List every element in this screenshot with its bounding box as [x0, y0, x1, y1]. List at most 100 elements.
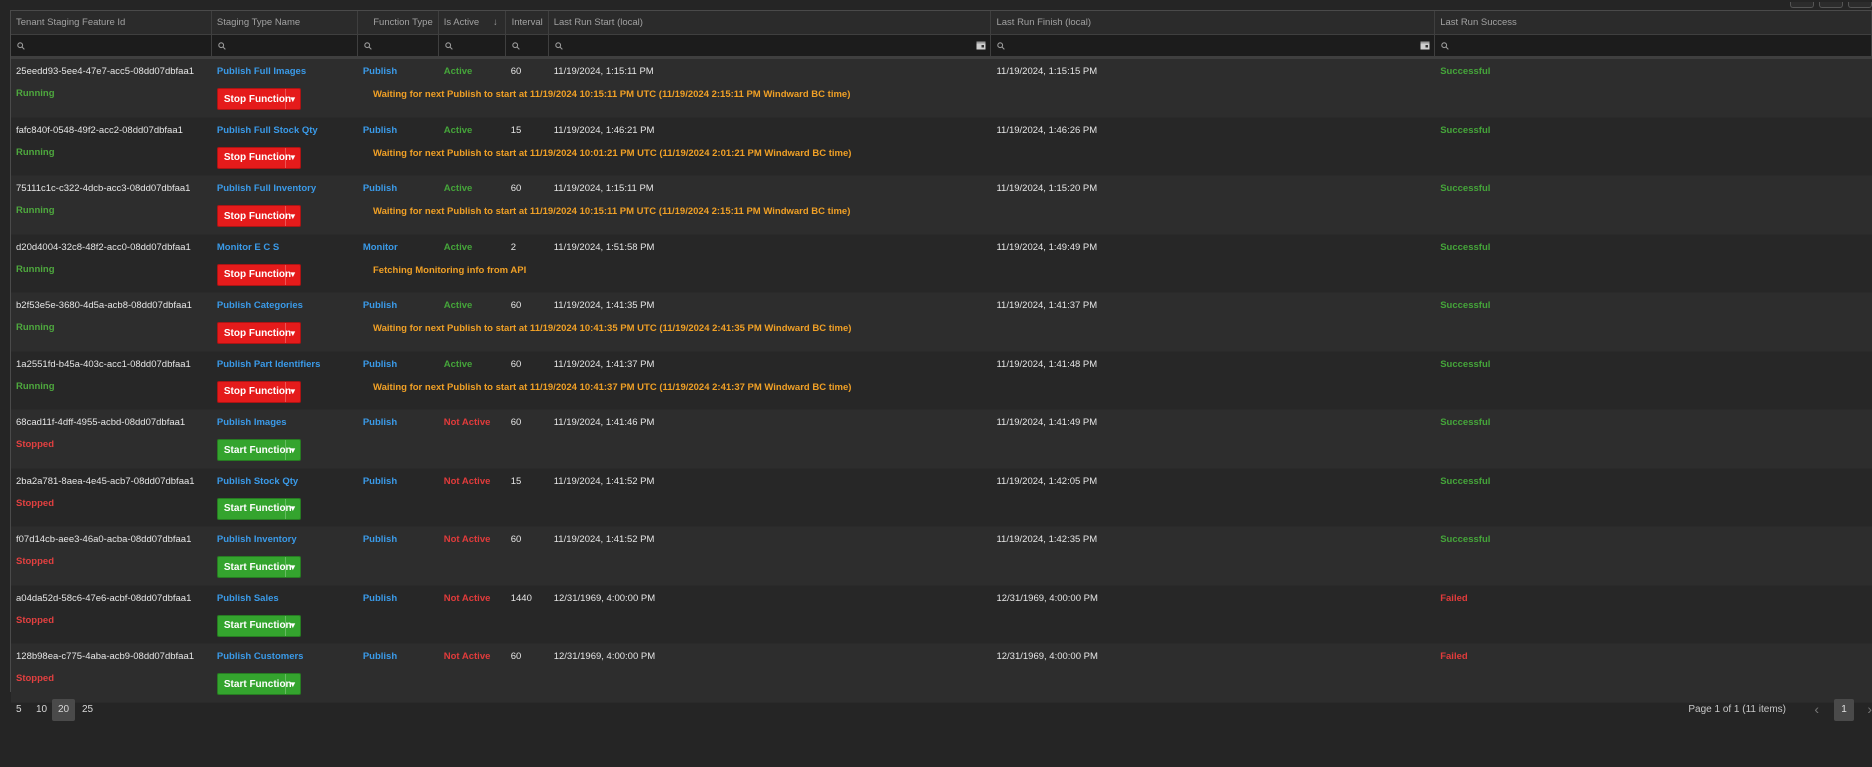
page-size-20[interactable]: 20: [52, 699, 76, 721]
staging-type-link[interactable]: Publish Full Inventory: [217, 183, 316, 194]
function-type-link[interactable]: Publish: [363, 125, 397, 136]
status-message: Waiting for next Publish to start at 11/…: [373, 147, 852, 159]
toolbar-button[interactable]: [1848, 2, 1872, 8]
caret-down-icon[interactable]: ▼: [284, 264, 300, 285]
caret-down-icon[interactable]: ▼: [284, 674, 300, 694]
caret-down-icon[interactable]: ▼: [284, 498, 300, 519]
function-type-link[interactable]: Publish: [363, 534, 397, 545]
caret-down-icon[interactable]: ▼: [284, 615, 300, 636]
filter-cell-last-run-finish[interactable]: [991, 35, 1436, 56]
caret-down-icon[interactable]: ▼: [284, 323, 300, 343]
filter-cell-id[interactable]: [11, 35, 212, 56]
table-row[interactable]: 75111c1c-c322-4dcb-acc3-08dd07dbfaa1 Runn…: [11, 176, 1872, 235]
function-type-link[interactable]: Publish: [363, 651, 397, 662]
cell-id: fafc840f-0548-49f2-acc2-08dd07dbfaa1 Runn…: [11, 118, 212, 176]
col-header-last-run-success[interactable]: Last Run Success: [1435, 11, 1872, 34]
staging-type-link[interactable]: Publish Customers: [217, 651, 304, 662]
function-type-link[interactable]: Publish: [363, 66, 397, 77]
caret-down-icon[interactable]: ▼: [284, 89, 300, 109]
status-badge: Stopped: [16, 614, 54, 626]
function-type-link[interactable]: Monitor: [363, 242, 398, 253]
caret-down-icon[interactable]: ▼: [284, 440, 300, 460]
calendar-icon[interactable]: [976, 40, 986, 50]
table-row[interactable]: 1a2551fd-b45a-403c-acc1-08dd07dbfaa1 Runn…: [11, 351, 1872, 410]
staging-type-link[interactable]: Monitor E C S: [217, 242, 279, 253]
page-size-10[interactable]: 10: [30, 699, 53, 721]
button-label: Stop Function: [223, 327, 292, 339]
caret-down-icon[interactable]: ▼: [284, 206, 300, 226]
page-number-button[interactable]: 1: [1834, 699, 1854, 721]
caret-down-icon[interactable]: ▼: [284, 381, 300, 402]
interval-value: 15: [510, 475, 522, 487]
start-function-button[interactable]: Start Function ▼: [216, 439, 301, 461]
function-type-link[interactable]: Publish: [363, 417, 397, 428]
col-header-is-active[interactable]: Is Active ↓: [439, 11, 506, 34]
col-header-staging-type-name[interactable]: Staging Type Name: [212, 11, 358, 34]
stop-function-button[interactable]: Stop Function ▼: [216, 380, 301, 403]
button-label: Start Function: [223, 678, 292, 690]
caret-down-icon[interactable]: ▼: [284, 557, 300, 577]
start-function-button[interactable]: Start Function ▼: [216, 497, 301, 520]
col-header-interval[interactable]: Interval: [506, 11, 549, 34]
filter-cell-interval[interactable]: [506, 35, 549, 56]
start-function-button[interactable]: Start Function ▼: [216, 614, 301, 637]
stop-function-button[interactable]: Stop Function ▼: [216, 146, 301, 169]
cell-id: b2f53e5e-3680-4d5a-acb8-08dd07dbfaa1 Runn…: [11, 293, 212, 351]
col-header-function-type[interactable]: Function Type: [358, 11, 439, 34]
col-header-label: Is Active: [443, 17, 480, 28]
cell-last-run-start: 11/19/2024, 1:46:21 PM: [549, 118, 992, 176]
chevron-right-icon[interactable]: ›: [1867, 701, 1872, 717]
last-run-success: Failed: [1440, 592, 1468, 604]
table-row[interactable]: 2ba2a781-8aea-4e45-acb7-08dd07dbfaa1 Stop…: [11, 468, 1872, 527]
stop-function-button[interactable]: Stop Function ▼: [216, 322, 301, 344]
staging-type-link[interactable]: Publish Part Identifiers: [217, 359, 320, 370]
cell-interval: 60: [506, 410, 549, 468]
page-size-25[interactable]: 25: [76, 699, 99, 721]
col-header-last-run-finish[interactable]: Last Run Finish (local): [991, 11, 1436, 34]
staging-type-link[interactable]: Publish Full Images: [217, 66, 306, 77]
cell-last-run-finish: 11/19/2024, 1:15:20 PM: [991, 176, 1435, 234]
table-row[interactable]: a04da52d-58c6-47e6-acbf-08dd07dbfaa1 Stop…: [11, 585, 1872, 644]
page-size-5[interactable]: 5: [10, 699, 28, 721]
function-type-link[interactable]: Publish: [363, 183, 397, 194]
filter-cell-name[interactable]: [212, 35, 358, 56]
table-row[interactable]: 68cad11f-4dff-4955-acbd-08dd07dbfaa1 Stop…: [11, 410, 1872, 469]
filter-cell-last-run-start[interactable]: [549, 35, 992, 56]
calendar-icon[interactable]: [1420, 40, 1430, 50]
start-function-button[interactable]: Start Function ▼: [216, 673, 301, 695]
function-type-link[interactable]: Publish: [363, 476, 397, 487]
col-header-tenant-staging-feature-id[interactable]: Tenant Staging Feature Id: [11, 11, 212, 34]
toolbar-button[interactable]: [1790, 2, 1814, 8]
staging-type-link[interactable]: Publish Stock Qty: [217, 476, 298, 487]
filter-cell-is-active[interactable]: [439, 35, 506, 56]
status-badge: Running: [16, 263, 55, 275]
function-type-link[interactable]: Publish: [363, 593, 397, 604]
toolbar-button[interactable]: [1819, 2, 1843, 8]
cell-is-active: Not Active: [439, 527, 506, 585]
cell-name: Publish Part Identifiers Stop Function ▼: [212, 352, 358, 410]
table-row[interactable]: d20d4004-32c8-48f2-acc0-08dd07dbfaa1 Runn…: [11, 234, 1872, 293]
function-type-link[interactable]: Publish: [363, 359, 397, 370]
table-row[interactable]: f07d14cb-aee3-46a0-acba-08dd07dbfaa1 Stop…: [11, 527, 1872, 586]
chevron-left-icon[interactable]: ‹: [1814, 701, 1819, 717]
table-row[interactable]: 128b98ea-c775-4aba-acb9-08dd07dbfaa1 Stop…: [11, 644, 1872, 703]
staging-type-link[interactable]: Publish Full Stock Qty: [217, 125, 318, 136]
filter-cell-function-type[interactable]: [358, 35, 439, 56]
table-row[interactable]: b2f53e5e-3680-4d5a-acb8-08dd07dbfaa1 Runn…: [11, 293, 1872, 352]
col-header-last-run-start[interactable]: Last Run Start (local): [549, 11, 992, 34]
staging-type-link[interactable]: Publish Images: [217, 417, 287, 428]
staging-type-link[interactable]: Publish Sales: [217, 593, 279, 604]
filter-cell-last-run-success[interactable]: [1435, 35, 1872, 56]
function-type-link[interactable]: Publish: [363, 300, 397, 311]
start-function-button[interactable]: Start Function ▼: [216, 556, 301, 578]
caret-down-icon[interactable]: ▼: [284, 147, 300, 168]
feature-id: fafc840f-0548-49f2-acc2-08dd07dbfaa1: [16, 124, 183, 136]
stop-function-button[interactable]: Stop Function ▼: [216, 205, 301, 227]
cell-name: Publish Sales Start Function ▼: [212, 586, 358, 644]
table-row[interactable]: fafc840f-0548-49f2-acc2-08dd07dbfaa1 Runn…: [11, 117, 1872, 176]
staging-type-link[interactable]: Publish Inventory: [217, 534, 297, 545]
table-row[interactable]: 25eedd93-5ee4-47e7-acc5-08dd07dbfaa1 Runn…: [11, 59, 1872, 118]
stop-function-button[interactable]: Stop Function ▼: [216, 88, 301, 110]
stop-function-button[interactable]: Stop Function ▼: [216, 263, 301, 286]
staging-type-link[interactable]: Publish Categories: [217, 300, 303, 311]
